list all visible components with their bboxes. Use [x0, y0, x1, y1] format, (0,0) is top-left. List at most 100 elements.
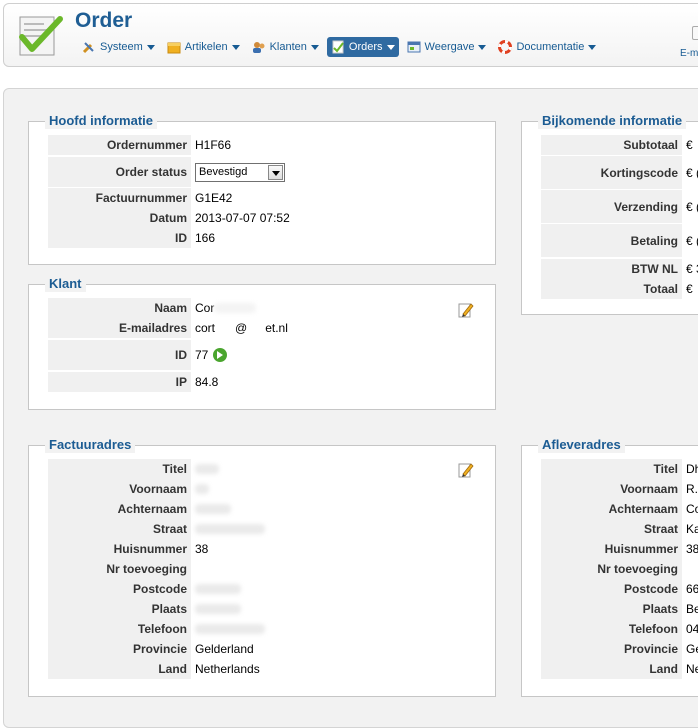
label-aflever-straat: Straat	[541, 519, 682, 539]
label-factuurnummer: Factuurnummer	[48, 188, 191, 208]
row-betaling: Betaling € (	[541, 224, 698, 257]
row-aflever-huisnummer: Huisnummer 38	[541, 539, 698, 559]
row-naam: Naam Cor	[48, 298, 257, 318]
value-email-part2: @	[235, 321, 248, 335]
value-ordernummer: H1F66	[195, 138, 232, 152]
row-huisnummer: Huisnummer 38	[48, 539, 208, 559]
row-provincie: Provincie Gelderland	[48, 639, 254, 659]
label-order-status: Order status	[48, 157, 191, 187]
label-datum: Datum	[48, 208, 191, 228]
value-naam: Cor	[195, 301, 215, 315]
value-aflever-straat: Ka	[686, 522, 698, 536]
email-icon[interactable]	[692, 26, 698, 40]
value-kortingscode: € (	[686, 165, 698, 180]
row-titel: Titel	[48, 459, 219, 479]
menu-documentatie[interactable]: Documentatie	[494, 37, 600, 57]
go-arrow-icon[interactable]	[213, 348, 228, 362]
top-header: Order Systeem Artikelen Klanten Orders W…	[3, 3, 698, 67]
redacted-text	[195, 524, 265, 534]
menu-artikelen[interactable]: Artikelen	[163, 37, 244, 57]
row-aflever-nr-toevoeging: Nr toevoeging	[541, 559, 686, 579]
box-icon	[167, 42, 181, 54]
label-aflever-achternaam: Achternaam	[541, 499, 682, 519]
row-aflever-achternaam: Achternaam Co	[541, 499, 698, 519]
label-kortingscode: Kortingscode	[541, 156, 682, 189]
fieldset-klant: Klant Naam Cor E-mailadres cort @ et.nl	[28, 276, 496, 410]
label-aflever-provincie: Provincie	[541, 639, 682, 659]
users-icon	[252, 42, 265, 53]
menu-weergave[interactable]: Weergave	[403, 37, 491, 57]
legend-bijkomende-informatie: Bijkomende informatie	[538, 113, 687, 129]
label-plaats: Plaats	[48, 599, 191, 619]
value-totaal: €	[686, 282, 693, 296]
chevron-down-icon	[588, 44, 597, 50]
row-btw: BTW NL € 3	[541, 259, 698, 279]
label-postcode: Postcode	[48, 579, 191, 599]
menu-klanten-label: Klanten	[269, 41, 307, 53]
row-land: Land Netherlands	[48, 659, 260, 679]
row-ordernummer: Ordernummer H1F66	[48, 135, 231, 155]
label-telefoon: Telefoon	[48, 619, 191, 639]
chevron-down-icon	[310, 44, 319, 50]
value-verzending: € (	[686, 199, 698, 214]
row-ip: IP 84.8	[48, 372, 218, 392]
lifebuoy-icon	[498, 40, 513, 54]
orders-icon	[332, 40, 344, 54]
value-id: 166	[195, 231, 216, 245]
redacted-text	[195, 464, 219, 474]
redacted-text	[195, 604, 241, 614]
view-icon	[407, 41, 421, 53]
label-aflever-land: Land	[541, 659, 682, 679]
legend-hoofd-informatie: Hoofd informatie	[45, 113, 157, 129]
value-klant-id: 77	[195, 348, 209, 362]
label-aflever-nr-toevoeging: Nr toevoeging	[541, 559, 682, 579]
redacted-text	[195, 584, 241, 594]
menu-orders-label: Orders	[348, 41, 383, 53]
redacted-text	[195, 504, 231, 514]
row-verzending: Verzending € (	[541, 190, 698, 223]
label-titel: Titel	[48, 459, 191, 479]
menu-orders[interactable]: Orders	[326, 37, 399, 57]
menu-systeem[interactable]: Systeem	[78, 37, 159, 57]
menu-weergave-label: Weergave	[424, 41, 475, 53]
label-huisnummer: Huisnummer	[48, 539, 191, 559]
label-aflever-voornaam: Voornaam	[541, 479, 682, 499]
main-content: Hoofd informatie Ordernummer H1F66 Order…	[3, 88, 698, 728]
email-link[interactable]: E-m	[680, 48, 698, 59]
value-huisnummer: 38	[195, 542, 209, 556]
row-aflever-postcode: Postcode 66	[541, 579, 698, 599]
value-land: Netherlands	[195, 662, 260, 676]
chevron-down-icon	[478, 44, 487, 50]
chevron-down-icon[interactable]	[268, 164, 283, 180]
row-achternaam: Achternaam	[48, 499, 231, 519]
row-plaats: Plaats	[48, 599, 241, 619]
value-datum: 2013-07-07 07:52	[195, 211, 290, 225]
menu-systeem-label: Systeem	[100, 41, 143, 53]
legend-afleveradres: Afleveradres	[538, 437, 625, 453]
row-subtotaal: Subtotaal €	[541, 135, 693, 155]
label-aflever-postcode: Postcode	[541, 579, 682, 599]
value-aflever-provincie: Ge	[686, 642, 698, 656]
label-betaling: Betaling	[541, 224, 682, 257]
menu-documentatie-label: Documentatie	[516, 41, 585, 53]
label-aflever-huisnummer: Huisnummer	[541, 539, 682, 559]
row-aflever-land: Land Ne	[541, 659, 698, 679]
menu-artikelen-label: Artikelen	[184, 41, 228, 53]
label-aflever-plaats: Plaats	[541, 599, 682, 619]
value-btw: € 3	[686, 262, 698, 276]
label-id: ID	[48, 228, 191, 248]
label-voornaam: Voornaam	[48, 479, 191, 499]
value-ip: 84.8	[195, 375, 219, 389]
order-status-select[interactable]: Bevestigd	[195, 162, 285, 182]
page-title: Order	[75, 9, 133, 32]
label-land: Land	[48, 659, 191, 679]
legend-klant: Klant	[45, 276, 86, 292]
chevron-down-icon	[386, 44, 395, 50]
value-factuurnummer: G1E42	[195, 191, 233, 205]
label-aflever-telefoon: Telefoon	[541, 619, 682, 639]
edit-icon[interactable]	[458, 302, 474, 318]
label-ordernummer: Ordernummer	[48, 135, 191, 155]
row-factuurnummer: Factuurnummer G1E42	[48, 188, 232, 208]
edit-icon[interactable]	[458, 462, 474, 478]
menu-klanten[interactable]: Klanten	[248, 37, 323, 57]
